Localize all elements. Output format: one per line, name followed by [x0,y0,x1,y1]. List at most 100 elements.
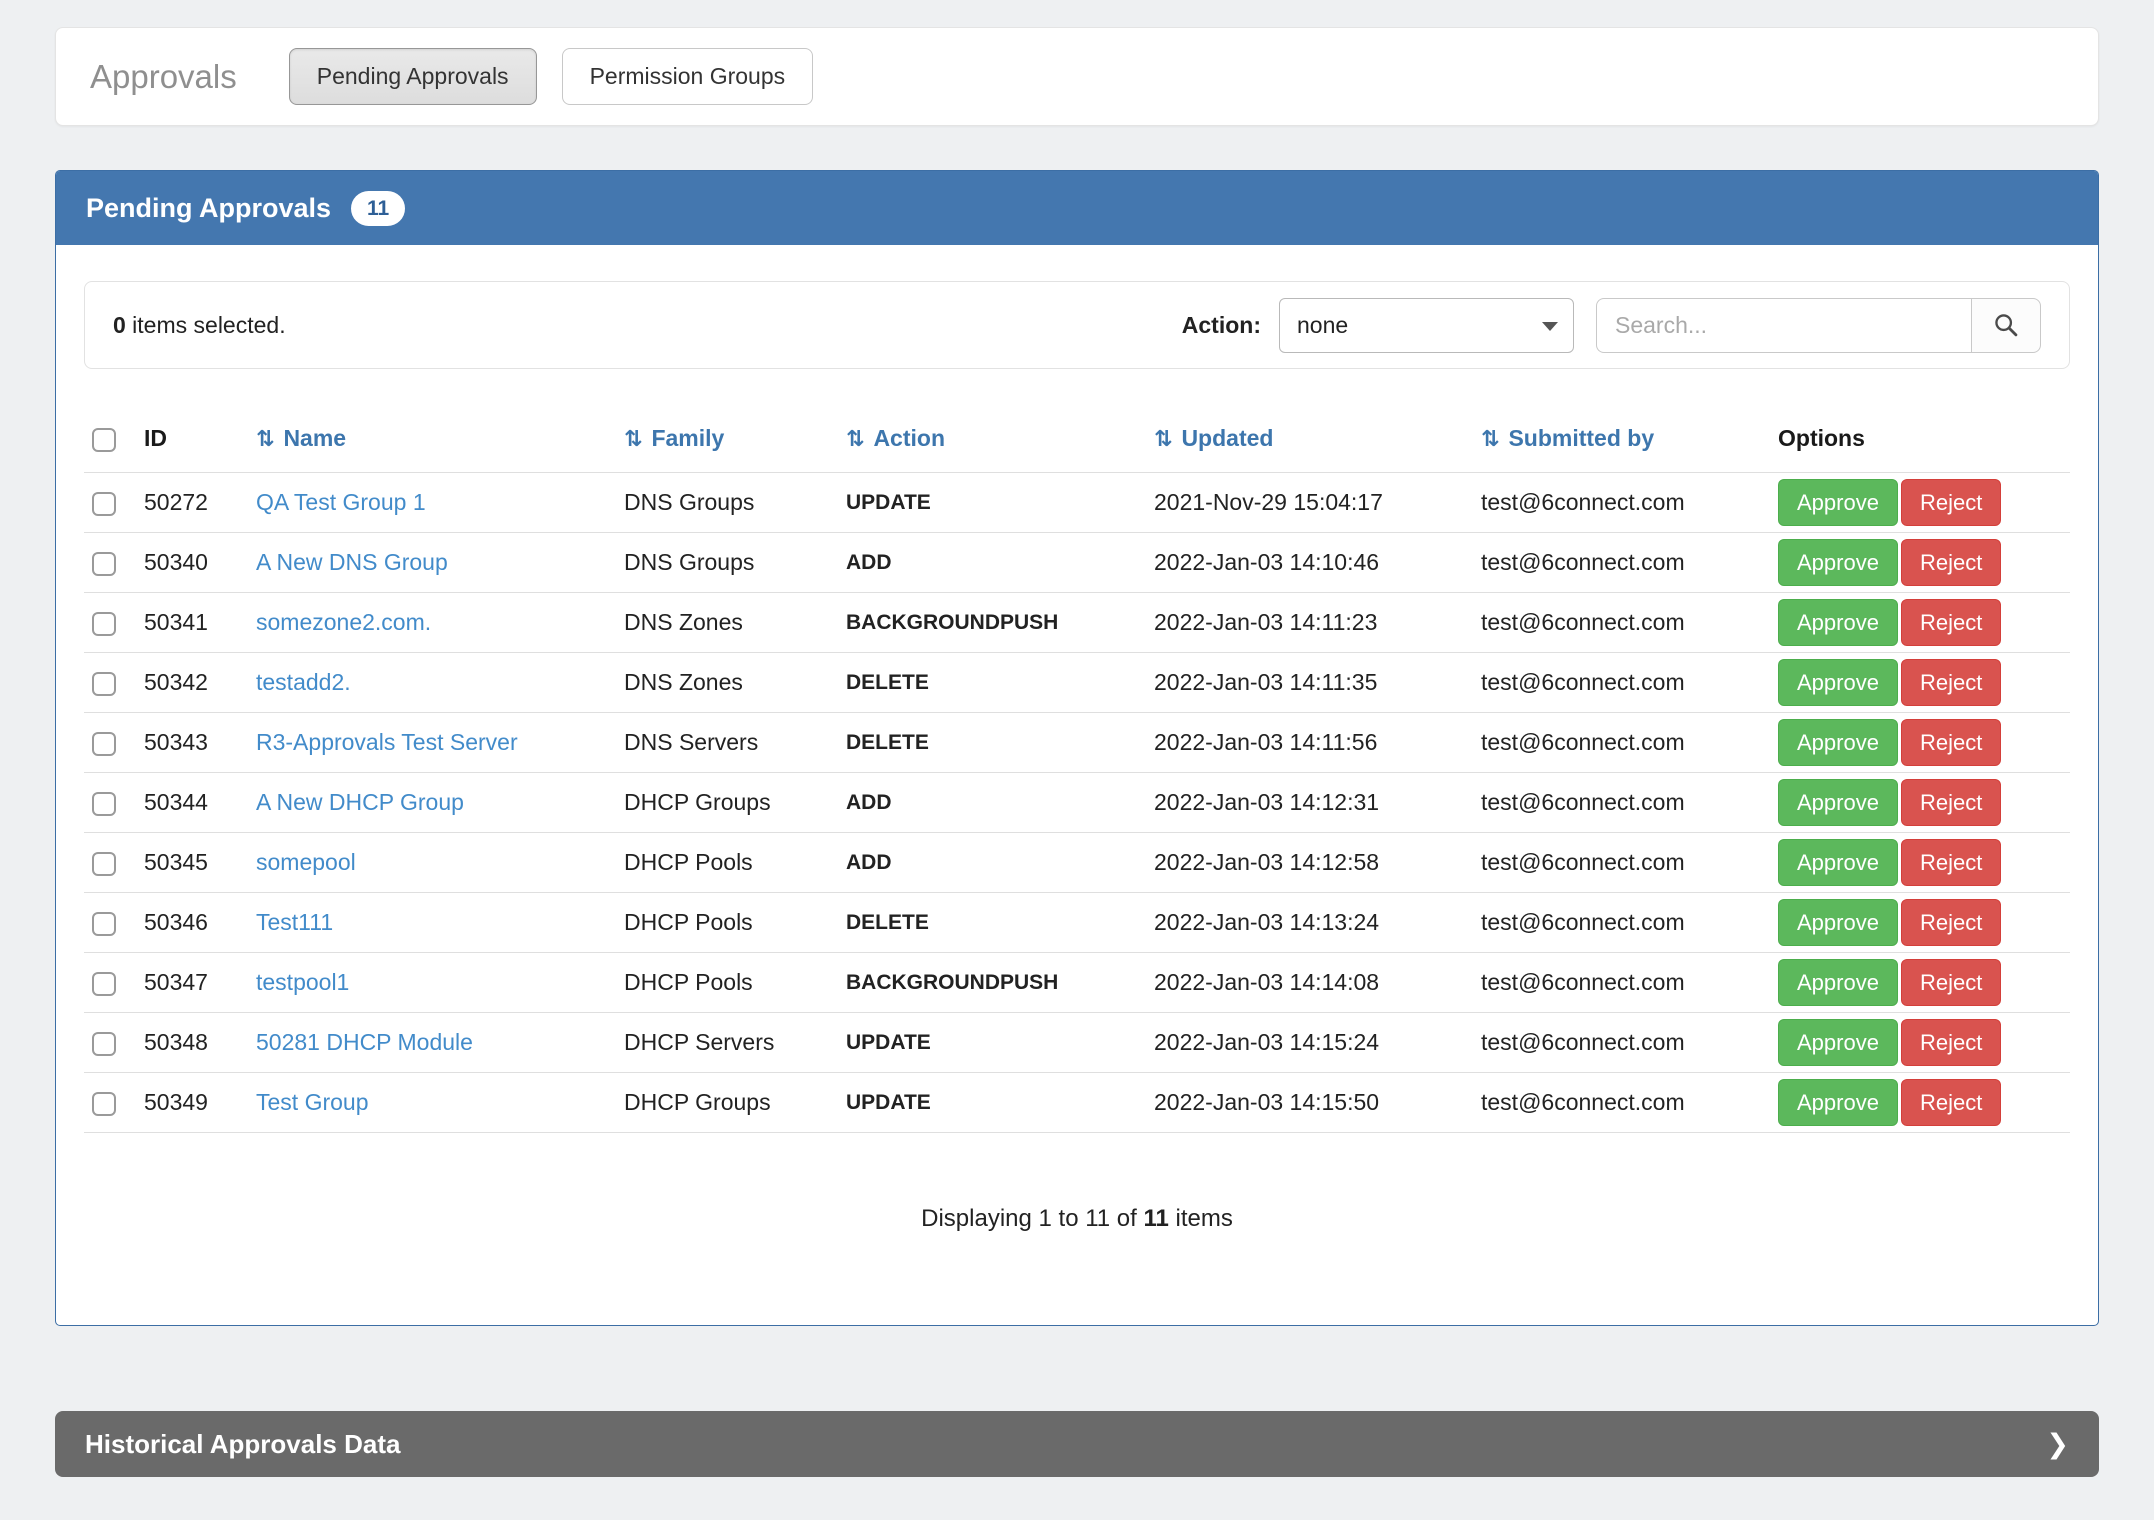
approve-button[interactable]: Approve [1778,719,1898,766]
chevron-right-icon: ❯ [2046,1429,2069,1460]
row-name-link[interactable]: QA Test Group 1 [256,489,426,515]
tab-pending-approvals[interactable]: Pending Approvals [289,48,537,105]
row-id: 50341 [136,593,248,653]
search-icon [1992,311,2020,339]
row-family: DHCP Groups [616,773,838,833]
row-updated: 2022-Jan-03 14:14:08 [1146,953,1473,1013]
column-header-id: ID [136,415,248,473]
page-title: Approvals [90,58,237,96]
search-group [1596,298,2041,353]
action-select[interactable]: none [1279,298,1574,353]
tab-permission-groups[interactable]: Permission Groups [562,48,814,105]
search-button[interactable] [1971,298,2041,353]
table-row: 50340 A New DNS Group DNS Groups ADD 202… [84,533,2070,593]
approve-button[interactable]: Approve [1778,599,1898,646]
row-updated: 2022-Jan-03 14:13:24 [1146,893,1473,953]
row-name-link[interactable]: somepool [256,849,356,875]
table-row: 50344 A New DHCP Group DHCP Groups ADD 2… [84,773,2070,833]
row-action: BACKGROUNDPUSH [838,953,1146,1013]
row-checkbox[interactable] [92,852,116,876]
approve-button[interactable]: Approve [1778,1019,1898,1066]
row-family: DHCP Pools [616,833,838,893]
historical-approvals-bar[interactable]: Historical Approvals Data ❯ [55,1411,2099,1477]
row-family: DHCP Servers [616,1013,838,1073]
row-checkbox[interactable] [92,672,116,696]
reject-button[interactable]: Reject [1901,659,2001,706]
pagination-summary: Displaying 1 to 11 of 11 items [84,1205,2070,1233]
table-row: 50342 testadd2. DNS Zones DELETE 2022-Ja… [84,653,2070,713]
row-submitted-by: test@6connect.com [1473,1073,1770,1133]
row-family: DNS Zones [616,653,838,713]
approve-button[interactable]: Approve [1778,839,1898,886]
row-family: DHCP Groups [616,1073,838,1133]
row-name-link[interactable]: testadd2. [256,669,351,695]
row-submitted-by: test@6connect.com [1473,893,1770,953]
row-name-link[interactable]: somezone2.com. [256,609,431,635]
row-id: 50348 [136,1013,248,1073]
row-checkbox[interactable] [92,972,116,996]
approve-button[interactable]: Approve [1778,479,1898,526]
row-name-link[interactable]: A New DNS Group [256,549,448,575]
row-id: 50344 [136,773,248,833]
row-checkbox[interactable] [92,1032,116,1056]
row-updated: 2022-Jan-03 14:11:23 [1146,593,1473,653]
reject-button[interactable]: Reject [1901,1079,2001,1126]
row-submitted-by: test@6connect.com [1473,533,1770,593]
select-all-checkbox[interactable] [92,428,116,452]
row-submitted-by: test@6connect.com [1473,953,1770,1013]
reject-button[interactable]: Reject [1901,1019,2001,1066]
table-row: 50349 Test Group DHCP Groups UPDATE 2022… [84,1073,2070,1133]
row-submitted-by: test@6connect.com [1473,1013,1770,1073]
row-checkbox[interactable] [92,552,116,576]
row-checkbox[interactable] [92,912,116,936]
row-name-link[interactable]: testpool1 [256,969,349,995]
reject-button[interactable]: Reject [1901,779,2001,826]
row-action: ADD [838,533,1146,593]
column-header-submitted-by[interactable]: ⇅Submitted by [1473,415,1770,473]
pagination-prefix: Displaying 1 to 11 of [921,1205,1143,1232]
reject-button[interactable]: Reject [1901,479,2001,526]
row-action: BACKGROUNDPUSH [838,593,1146,653]
reject-button[interactable]: Reject [1901,959,2001,1006]
table-header-row: ID ⇅Name ⇅Family ⇅Action ⇅Updated ⇅Submi… [84,415,2070,473]
row-checkbox[interactable] [92,732,116,756]
row-submitted-by: test@6connect.com [1473,473,1770,533]
approve-button[interactable]: Approve [1778,1079,1898,1126]
row-checkbox[interactable] [92,1092,116,1116]
row-name-link[interactable]: A New DHCP Group [256,789,464,815]
approve-button[interactable]: Approve [1778,899,1898,946]
row-name-link[interactable]: Test Group [256,1089,369,1115]
approve-button[interactable]: Approve [1778,959,1898,1006]
approve-button[interactable]: Approve [1778,539,1898,586]
row-name-link[interactable]: R3-Approvals Test Server [256,729,518,755]
pending-approvals-panel: Pending Approvals 11 0 items selected. A… [55,170,2099,1326]
reject-button[interactable]: Reject [1901,899,2001,946]
row-name-link[interactable]: 50281 DHCP Module [256,1029,473,1055]
selected-label: items selected. [126,312,286,338]
row-checkbox[interactable] [92,492,116,516]
column-header-action[interactable]: ⇅Action [838,415,1146,473]
selected-info: 0 items selected. [113,312,286,339]
reject-button[interactable]: Reject [1901,599,2001,646]
table-row: 50348 50281 DHCP Module DHCP Servers UPD… [84,1013,2070,1073]
column-header-family-label: Family [651,425,724,451]
row-checkbox[interactable] [92,792,116,816]
page: Approvals Pending Approvals Permission G… [0,0,2154,1507]
reject-button[interactable]: Reject [1901,719,2001,766]
column-header-updated[interactable]: ⇅Updated [1146,415,1473,473]
pagination-suffix: items [1169,1205,1233,1232]
column-header-name[interactable]: ⇅Name [248,415,616,473]
table-row: 50343 R3-Approvals Test Server DNS Serve… [84,713,2070,773]
table-row: 50272 QA Test Group 1 DNS Groups UPDATE … [84,473,2070,533]
reject-button[interactable]: Reject [1901,839,2001,886]
reject-button[interactable]: Reject [1901,539,2001,586]
approve-button[interactable]: Approve [1778,659,1898,706]
search-input[interactable] [1596,298,1971,353]
count-badge: 11 [351,191,405,226]
row-checkbox[interactable] [92,612,116,636]
approve-button[interactable]: Approve [1778,779,1898,826]
approvals-table-body: 50272 QA Test Group 1 DNS Groups UPDATE … [84,473,2070,1133]
row-name-link[interactable]: Test111 [256,909,333,935]
column-header-family[interactable]: ⇅Family [616,415,838,473]
row-submitted-by: test@6connect.com [1473,593,1770,653]
